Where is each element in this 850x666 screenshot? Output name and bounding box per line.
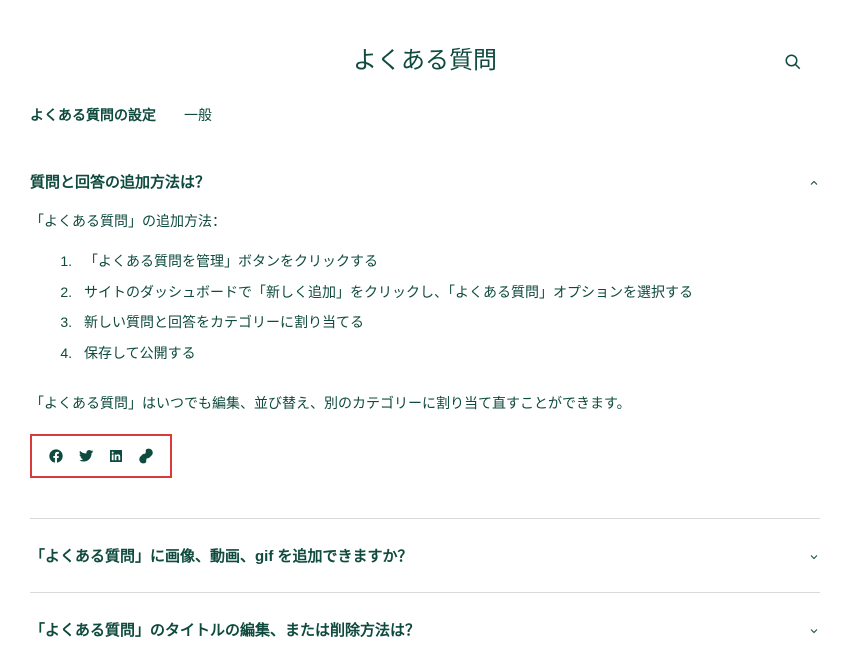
list-item: 4.保存して公開する bbox=[58, 342, 820, 364]
link-icon[interactable] bbox=[138, 448, 154, 464]
chevron-down-icon bbox=[808, 550, 820, 562]
faq-question-3[interactable]: 「よくある質問」のタイトルの編集、または削除方法は？ bbox=[30, 593, 820, 666]
search-icon[interactable] bbox=[784, 53, 802, 71]
social-share-row bbox=[30, 434, 172, 478]
category-tabs: よくある質問の設定 一般 bbox=[30, 105, 820, 129]
faq-answer-1: 「よくある質問」の追加方法： 1.「よくある質問を管理」ボタンをクリックする 2… bbox=[30, 206, 820, 510]
twitter-icon[interactable] bbox=[78, 448, 94, 464]
faq-answer-1-outro: 「よくある質問」はいつでも編集、並び替え、別のカテゴリーに割り当て直すことができ… bbox=[30, 392, 820, 414]
faq-page: よくある質問 よくある質問の設定 一般 質問と回答の追加方法は？ 「よくある質問… bbox=[0, 0, 850, 666]
list-item: 3.新しい質問と回答をカテゴリーに割り当てる bbox=[58, 311, 820, 333]
faq-item-1: 質問と回答の追加方法は？ 「よくある質問」の追加方法： 1.「よくある質問を管理… bbox=[30, 157, 820, 519]
linkedin-icon[interactable] bbox=[108, 448, 124, 464]
faq-question-2-text: 「よくある質問」に画像、動画、gif を追加できますか？ bbox=[30, 545, 413, 566]
faq-question-1[interactable]: 質問と回答の追加方法は？ bbox=[30, 157, 820, 206]
chevron-down-icon bbox=[808, 624, 820, 636]
tab-settings[interactable]: よくある質問の設定 bbox=[30, 105, 156, 129]
page-title: よくある質問 bbox=[30, 40, 820, 75]
list-item: 2.サイトのダッシュボードで「新しく追加」をクリックし、「よくある質問」オプショ… bbox=[58, 281, 820, 303]
faq-answer-1-steps: 1.「よくある質問を管理」ボタンをクリックする 2.サイトのダッシュボードで「新… bbox=[30, 250, 820, 364]
faq-question-2[interactable]: 「よくある質問」に画像、動画、gif を追加できますか？ bbox=[30, 519, 820, 593]
faq-answer-1-intro: 「よくある質問」の追加方法： bbox=[30, 210, 820, 232]
faq-question-3-text: 「よくある質問」のタイトルの編集、または削除方法は？ bbox=[30, 619, 420, 640]
chevron-up-icon bbox=[808, 176, 820, 188]
facebook-icon[interactable] bbox=[48, 448, 64, 464]
faq-question-1-text: 質問と回答の追加方法は？ bbox=[30, 171, 210, 192]
tab-general[interactable]: 一般 bbox=[184, 105, 212, 129]
list-item: 1.「よくある質問を管理」ボタンをクリックする bbox=[58, 250, 820, 272]
